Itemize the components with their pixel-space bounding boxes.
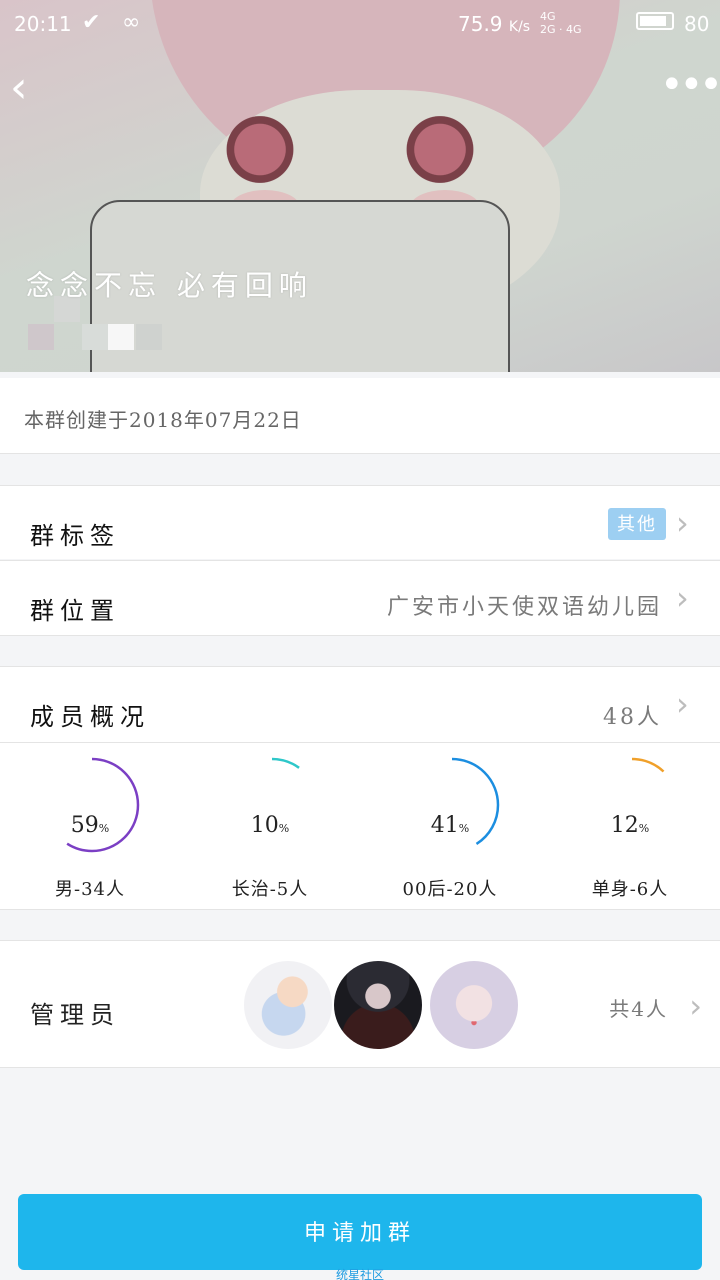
group-tag-badge: 其他	[608, 508, 666, 540]
status-time: 20:11	[14, 12, 72, 36]
group-tag-row[interactable]: 群标签 其他 ›	[0, 485, 720, 559]
group-cover-image	[0, 0, 720, 372]
more-horizontal-icon: •••	[660, 62, 720, 108]
group-location-row[interactable]: 群位置 广安市小天使双语幼儿园 ›	[0, 560, 720, 636]
admin-avatar[interactable]	[244, 961, 332, 1049]
stat-percent: 10%	[250, 813, 290, 838]
stat-ring	[44, 757, 140, 853]
stat-gender: 59% 男-34人	[0, 757, 180, 907]
network-speed: 75.9 K/s	[458, 12, 531, 36]
stat-percent: 41%	[430, 813, 470, 838]
battery-icon	[636, 12, 674, 30]
created-date: 本群创建于2018年07月22日	[24, 408, 302, 432]
network-indicator: 4G 2G · 4G	[540, 10, 582, 36]
members-overview-row[interactable]: 成员概况 48人 ›	[0, 666, 720, 742]
created-date-section: 本群创建于2018年07月22日	[0, 378, 720, 454]
chevron-right-icon: ›	[676, 685, 689, 723]
stat-ring	[584, 757, 680, 853]
stat-percent: 12%	[610, 813, 650, 838]
stat-age: 41% 00后-20人	[360, 757, 540, 907]
status-bar: 20:11 ✔ ∞ 75.9 K/s 4G 2G · 4G 80	[0, 0, 720, 46]
admins-count: 共4人	[609, 997, 668, 1021]
admin-avatar[interactable]	[430, 961, 518, 1049]
members-stats: 59% 男-34人 10% 长治-5人 41% 00后-20人 12% 单身-6…	[0, 742, 720, 910]
admin-avatar[interactable]	[334, 961, 422, 1049]
check-circle-icon: ✔	[82, 10, 101, 35]
stat-single: 12% 单身-6人	[540, 757, 720, 907]
stat-caption: 男-34人	[55, 879, 125, 900]
group-location-value: 广安市小天使双语幼儿园	[386, 595, 662, 620]
group-name: 念念不忘 必有回响	[26, 269, 313, 302]
chevron-left-icon: ‹	[10, 62, 28, 113]
chevron-right-icon: ›	[689, 987, 702, 1025]
admins-label: 管理员	[30, 1001, 120, 1029]
back-button[interactable]: ‹	[10, 66, 50, 112]
group-location-label: 群位置	[30, 597, 120, 625]
apply-join-button[interactable]: 申请加群	[18, 1194, 702, 1270]
stat-caption: 长治-5人	[231, 879, 309, 900]
more-button[interactable]: •••	[660, 65, 720, 105]
link-icon: ∞	[122, 10, 141, 35]
stat-region: 10% 长治-5人	[180, 757, 360, 907]
stat-percent: 59%	[70, 813, 110, 838]
group-tag-label: 群标签	[30, 522, 120, 550]
stat-caption: 00后-20人	[402, 879, 498, 900]
admins-row[interactable]: 管理员 共4人 ›	[0, 940, 720, 1068]
stat-ring	[404, 757, 500, 853]
chevron-right-icon: ›	[676, 579, 689, 617]
watermark: 统星社区	[335, 1268, 384, 1280]
stat-ring	[224, 757, 320, 853]
chevron-right-icon: ›	[676, 504, 689, 542]
stat-caption: 单身-6人	[591, 879, 669, 900]
members-total: 48人	[603, 705, 662, 730]
members-overview-label: 成员概况	[30, 703, 150, 731]
battery-level: 80	[684, 12, 710, 36]
